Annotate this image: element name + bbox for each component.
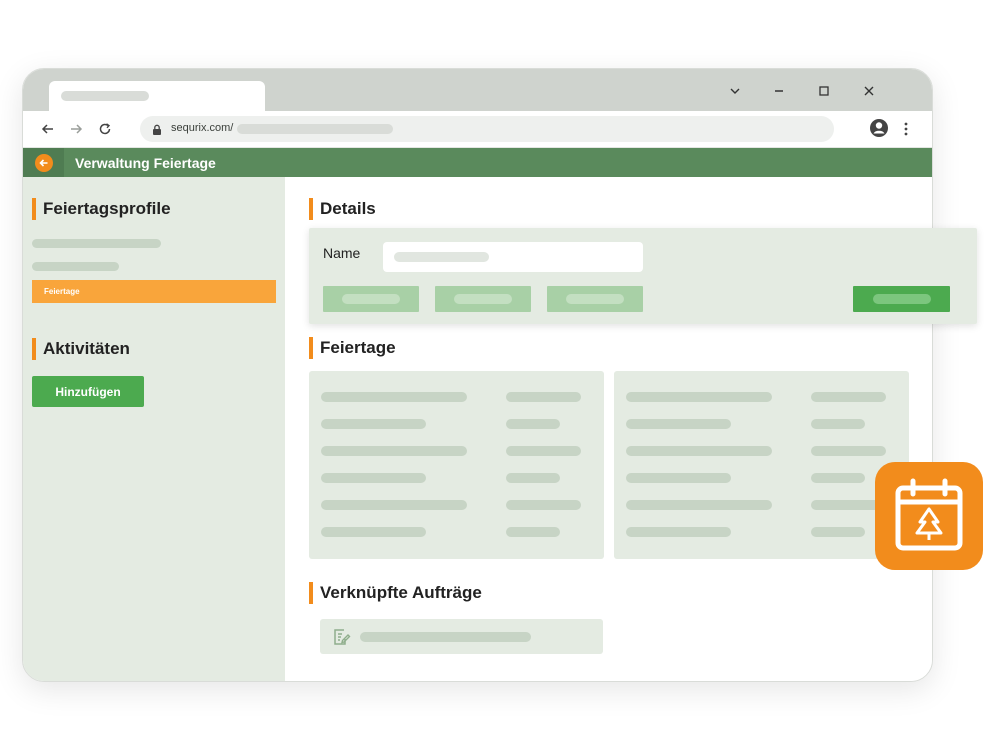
table-cell-placeholder (506, 473, 560, 483)
table-cell-placeholder (506, 527, 560, 537)
name-input-placeholder (394, 252, 489, 262)
sidebar: Feiertagsprofile Feiertage Aktivitäten H… (23, 177, 285, 681)
section-accent-bar (309, 582, 313, 604)
table-cell-placeholder (626, 473, 731, 483)
activities-section-title: Aktivitäten (32, 338, 130, 360)
table-cell-placeholder (506, 419, 560, 429)
url-text: sequrix.com/ (171, 122, 234, 134)
holidays-title-text: Feiertage (320, 338, 396, 357)
sidebar-item-label: Feiertage (44, 287, 80, 296)
lock-icon (152, 123, 162, 141)
table-cell-placeholder (811, 473, 865, 483)
table-cell-placeholder (321, 527, 426, 537)
details-panel: Name (309, 228, 977, 324)
reload-icon[interactable] (95, 119, 115, 139)
url-bar[interactable]: sequrix.com/ (140, 116, 834, 142)
document-edit-icon (331, 627, 351, 652)
button-label-placeholder (872, 294, 931, 304)
table-cell-placeholder (506, 392, 581, 402)
table-cell-placeholder (811, 446, 886, 456)
holidays-table-right (614, 371, 909, 559)
url-path-placeholder (237, 124, 393, 134)
details-title-text: Details (320, 199, 376, 218)
sidebar-item-placeholder[interactable] (32, 239, 161, 248)
button-label-placeholder (566, 294, 624, 304)
page-title: Verwaltung Feiertage (75, 155, 216, 171)
back-arrow-icon (34, 153, 53, 172)
forward-arrow-icon[interactable] (66, 119, 86, 139)
holidays-table-left (309, 371, 604, 559)
table-cell-placeholder (506, 500, 581, 510)
table-cell-placeholder (626, 446, 772, 456)
linked-order-placeholder (360, 632, 531, 642)
minimize-icon[interactable] (769, 81, 789, 101)
profiles-section-title: Feiertagsprofile (32, 198, 171, 220)
close-icon[interactable] (859, 81, 879, 101)
tab-title-placeholder (61, 91, 149, 101)
chevron-down-icon[interactable] (725, 81, 745, 101)
table-cell-placeholder (626, 392, 772, 402)
detail-action-button-2[interactable] (435, 286, 531, 312)
table-cell-placeholder (321, 446, 467, 456)
holiday-badge (875, 462, 983, 570)
table-cell-placeholder (626, 500, 772, 510)
profiles-title-text: Feiertagsprofile (43, 199, 171, 218)
maximize-icon[interactable] (814, 81, 834, 101)
save-button[interactable] (853, 286, 950, 312)
button-label-placeholder (454, 294, 512, 304)
back-button[interactable] (23, 148, 64, 177)
button-label-placeholder (342, 294, 400, 304)
add-button[interactable]: Hinzufügen (32, 376, 144, 407)
section-accent-bar (309, 337, 313, 359)
app-header: Verwaltung Feiertage (23, 148, 932, 177)
section-accent-bar (32, 338, 36, 360)
activities-title-text: Aktivitäten (43, 339, 130, 358)
table-cell-placeholder (626, 527, 731, 537)
section-accent-bar (32, 198, 36, 220)
table-cell-placeholder (811, 419, 865, 429)
linked-orders-title-text: Verknüpfte Aufträge (320, 583, 482, 602)
title-bar (23, 69, 932, 111)
more-menu-icon[interactable] (896, 119, 916, 139)
detail-action-button-1[interactable] (323, 286, 419, 312)
address-bar: sequrix.com/ (23, 111, 932, 148)
linked-order-item[interactable] (320, 619, 603, 654)
table-cell-placeholder (811, 527, 865, 537)
table-cell-placeholder (321, 500, 467, 510)
table-cell-placeholder (321, 473, 426, 483)
details-section-title: Details (309, 198, 376, 220)
profile-icon[interactable] (869, 118, 889, 138)
holidays-section-title: Feiertage (309, 337, 396, 359)
sidebar-item-placeholder[interactable] (32, 262, 119, 271)
detail-action-button-3[interactable] (547, 286, 643, 312)
table-cell-placeholder (321, 392, 467, 402)
table-cell-placeholder (626, 419, 731, 429)
name-input[interactable] (383, 242, 643, 272)
calendar-tree-icon (895, 478, 963, 551)
table-cell-placeholder (321, 419, 426, 429)
browser-window: sequrix.com/ Verwaltung Feiertage Feiert… (22, 68, 933, 682)
name-label: Name (323, 245, 361, 261)
back-arrow-icon[interactable] (38, 119, 58, 139)
sidebar-item-feiertage[interactable]: Feiertage (32, 280, 276, 303)
browser-tab[interactable] (49, 81, 265, 111)
linked-orders-section-title: Verknüpfte Aufträge (309, 582, 482, 604)
table-cell-placeholder (506, 446, 581, 456)
table-cell-placeholder (811, 392, 886, 402)
section-accent-bar (309, 198, 313, 220)
